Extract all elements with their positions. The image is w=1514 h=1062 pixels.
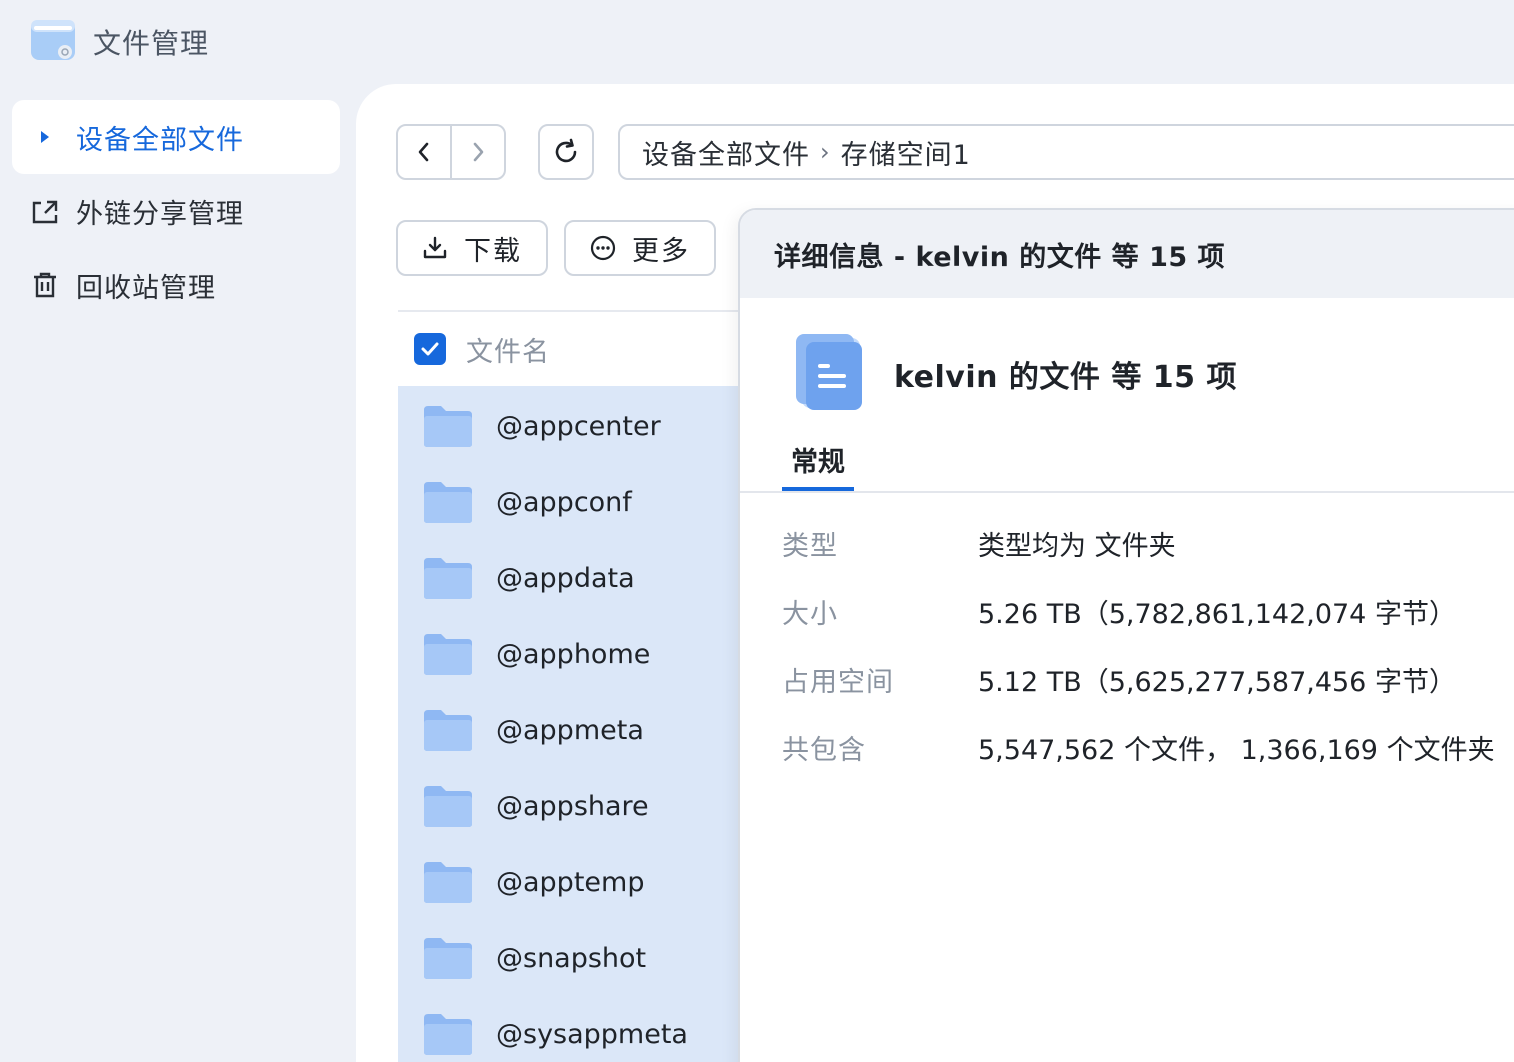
file-name: @apphome bbox=[496, 638, 651, 670]
caret-right-icon bbox=[30, 122, 60, 152]
tab-divider bbox=[740, 491, 1514, 493]
file-manager-app-icon bbox=[30, 16, 76, 62]
select-all-checkbox[interactable] bbox=[414, 333, 446, 365]
prop-type-value: 类型均为 文件夹 bbox=[978, 531, 1176, 562]
chevron-left-icon bbox=[418, 142, 429, 162]
forward-button[interactable] bbox=[452, 126, 504, 178]
folder-icon bbox=[424, 862, 472, 903]
download-label: 下载 bbox=[464, 235, 522, 267]
refresh-button[interactable] bbox=[538, 124, 594, 180]
detail-header: 详细信息 - kelvin 的文件 等 15 项 bbox=[740, 210, 1514, 298]
refresh-icon bbox=[555, 138, 577, 163]
more-label: 更多 bbox=[632, 235, 690, 267]
folder-icon bbox=[424, 634, 472, 675]
sidebar-item-share-links[interactable]: 外链分享管理 bbox=[12, 174, 340, 248]
prop-size-label: 大小 bbox=[782, 599, 838, 630]
folder-icon bbox=[424, 558, 472, 599]
check-icon bbox=[421, 342, 439, 356]
detail-title: kelvin 的文件 等 15 项 bbox=[894, 360, 1237, 395]
sidebar-item-all-files[interactable]: 设备全部文件 bbox=[12, 100, 340, 174]
prop-size-value: 5.26 TB（5,782,861,142,074 字节） bbox=[978, 599, 1456, 630]
prop-disk-usage-label: 占用空间 bbox=[782, 667, 894, 698]
breadcrumb-current[interactable]: 存储空间1 bbox=[841, 133, 971, 172]
sidebar-item-label: 回收站管理 bbox=[76, 272, 216, 304]
download-button[interactable]: 下载 bbox=[396, 220, 548, 276]
breadcrumb: 设备全部文件 › 存储空间1 bbox=[618, 124, 1514, 180]
folder-icon bbox=[424, 786, 472, 827]
download-icon bbox=[422, 235, 448, 261]
file-name: @sysappmeta bbox=[496, 1018, 688, 1050]
detail-panel: 详细信息 - kelvin 的文件 等 15 项 kelvin 的文件 等 15… bbox=[738, 208, 1514, 1062]
tab-general[interactable]: 常规 bbox=[782, 436, 854, 492]
folder-icon bbox=[424, 1014, 472, 1055]
prop-type-label: 类型 bbox=[782, 531, 838, 562]
chevron-right-icon bbox=[473, 142, 484, 162]
history-nav bbox=[396, 124, 506, 180]
folder-icon bbox=[424, 482, 472, 523]
file-name: @appdata bbox=[496, 562, 635, 594]
back-button[interactable] bbox=[398, 126, 450, 178]
more-options-icon bbox=[590, 235, 616, 261]
sidebar-item-label: 外链分享管理 bbox=[76, 198, 244, 230]
file-name: @appshare bbox=[496, 790, 649, 822]
prop-disk-usage-value: 5.12 TB（5,625,277,587,456 字节） bbox=[978, 667, 1456, 698]
folder-icon bbox=[424, 710, 472, 751]
sidebar-item-recycle-bin[interactable]: 回收站管理 bbox=[12, 248, 340, 322]
file-name: @snapshot bbox=[496, 942, 647, 974]
sidebar-item-label: 设备全部文件 bbox=[76, 124, 244, 156]
trash-icon bbox=[30, 270, 60, 300]
file-name: @appcenter bbox=[496, 410, 661, 442]
folder-icon bbox=[424, 938, 472, 979]
prop-contains-label: 共包含 bbox=[782, 735, 866, 766]
file-name: @apptemp bbox=[496, 866, 645, 898]
folder-icon bbox=[424, 406, 472, 447]
more-button[interactable]: 更多 bbox=[564, 220, 716, 276]
file-name: @appmeta bbox=[496, 714, 644, 746]
app-title: 文件管理 bbox=[93, 27, 210, 60]
breadcrumb-root[interactable]: 设备全部文件 bbox=[642, 133, 810, 172]
file-name: @appconf bbox=[496, 486, 632, 518]
document-stack-icon bbox=[792, 332, 866, 412]
prop-contains-value: 5,547,562 个文件， 1,366,169 个文件夹 bbox=[978, 735, 1495, 766]
breadcrumb-separator-icon: › bbox=[820, 138, 831, 166]
column-header-name[interactable]: 文件名 bbox=[466, 330, 550, 369]
share-link-icon bbox=[30, 196, 60, 226]
